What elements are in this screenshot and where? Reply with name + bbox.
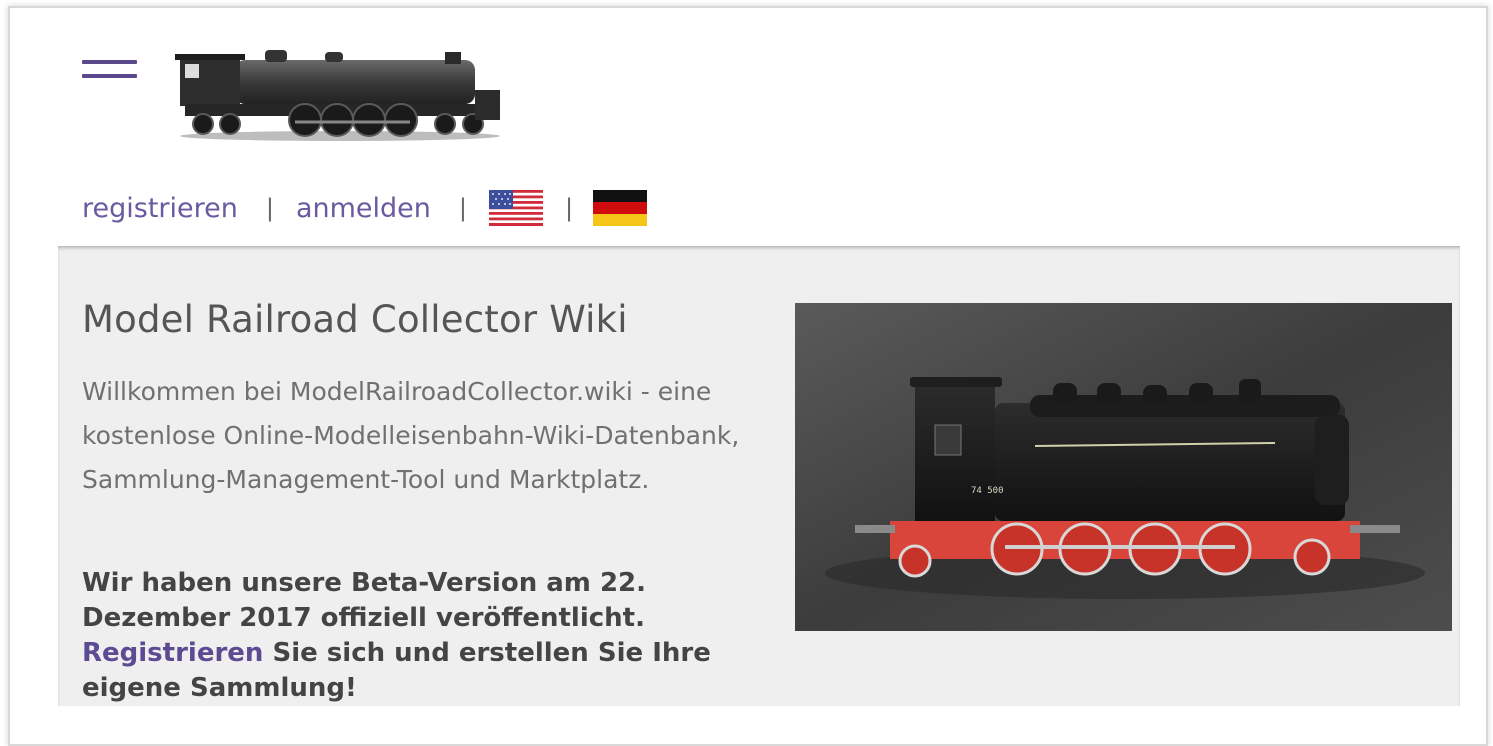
register-cta-link[interactable]: Registrieren	[82, 638, 263, 668]
intro-text: Willkommen bei ModelRailroadCollector.wi…	[82, 377, 740, 494]
locomotive-photo: 74 500	[795, 303, 1452, 631]
beta-announcement: Wir haben unsere Beta-Version am 22. Dez…	[82, 566, 742, 706]
menu-icon[interactable]	[82, 60, 137, 80]
page-frame: registrieren | anmelden | | Model Railro…	[8, 6, 1488, 746]
logo-steam-locomotive[interactable]	[175, 50, 505, 145]
us-flag-icon[interactable]	[488, 190, 543, 226]
login-link[interactable]: anmelden	[296, 193, 431, 224]
svg-text:74 500: 74 500	[971, 486, 1004, 496]
hero-section: Model Railroad Collector Wiki Willkommen…	[58, 246, 1460, 706]
register-link[interactable]: registrieren	[82, 193, 238, 224]
page-title: Model Railroad Collector Wiki	[82, 298, 628, 341]
nav-separator: |	[458, 194, 467, 222]
german-flag-icon[interactable]	[593, 190, 648, 226]
beta-text: Wir haben unsere Beta-Version am 22. Dez…	[82, 568, 647, 633]
nav-separator: |	[265, 194, 274, 222]
top-nav: registrieren | anmelden | |	[82, 188, 648, 228]
nav-separator: |	[564, 194, 574, 222]
